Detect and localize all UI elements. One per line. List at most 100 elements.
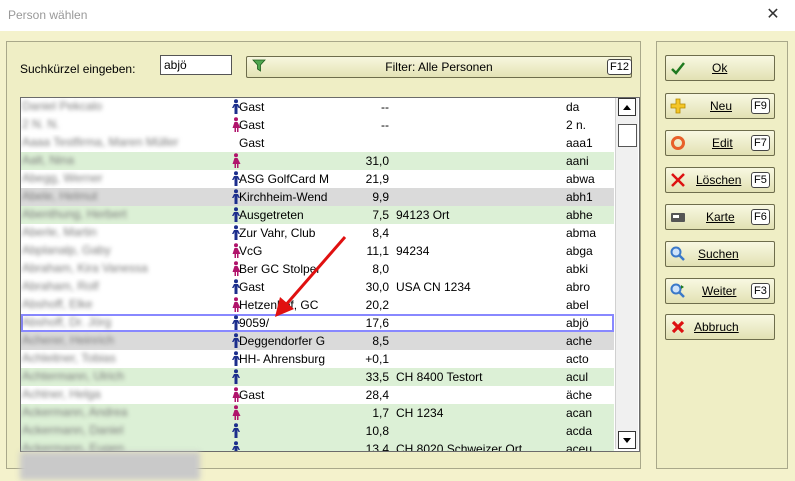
karte-label: Karte xyxy=(706,210,735,224)
club-cell: Deggendorfer G xyxy=(239,334,326,348)
location-cell: 94123 Ort xyxy=(396,208,450,222)
table-row[interactable]: Acherer, Heinrich Deggendorfer G 8,5 ache xyxy=(21,332,614,350)
button-panel: Ok Neu F9 Edit F7 Löschen F5 Karte F6 Su… xyxy=(656,41,788,469)
arrow-down-icon xyxy=(623,437,631,443)
edit-button[interactable]: Edit F7 xyxy=(665,130,775,156)
code-cell: abh1 xyxy=(566,190,593,204)
club-cell: Kirchheim-Wend xyxy=(239,190,328,204)
table-row[interactable]: 2 N. N. Gast -- 2 n. xyxy=(21,116,614,134)
table-row[interactable]: Aalt, Nina 31,0 aani xyxy=(21,152,614,170)
location-cell: 94234 xyxy=(396,244,430,258)
handicap-cell: 1,7 xyxy=(372,406,389,420)
neu-button[interactable]: Neu F9 xyxy=(665,93,775,119)
close-icon[interactable]: ✕ xyxy=(764,6,782,24)
club-cell: Ausgetreten xyxy=(239,208,304,222)
person-name: Abele, Helmut xyxy=(22,189,98,203)
code-cell: acan xyxy=(566,406,593,420)
person-name: Achtermann, Ulrich xyxy=(22,369,125,383)
search-label: Suchkürzel eingeben: xyxy=(20,62,136,76)
male-person-icon xyxy=(232,441,240,451)
red-arrow-annotation xyxy=(275,236,347,317)
table-row[interactable]: Daniel Pekcalo Gast -- da xyxy=(21,98,614,116)
table-row[interactable]: Ackermann, Daniel 10,8 acda xyxy=(21,422,614,440)
code-cell: acto xyxy=(566,352,589,366)
club-cell: HH- Ahrensburg xyxy=(239,352,326,366)
handicap-cell: 17,6 xyxy=(365,316,389,330)
loeschen-label: Löschen xyxy=(696,173,742,187)
suchen-button[interactable]: Suchen xyxy=(665,241,775,267)
edit-label: Edit xyxy=(712,136,733,150)
code-cell: abma xyxy=(566,226,597,240)
female-person-icon xyxy=(232,405,241,420)
person-name: Ackermann, Andrea xyxy=(22,405,128,419)
male-person-icon xyxy=(232,369,240,384)
scroll-down-button[interactable] xyxy=(618,431,636,449)
club-cell: Gast xyxy=(239,388,265,402)
handicap-cell: -- xyxy=(381,100,389,114)
karte-shortcut: F6 xyxy=(751,209,770,225)
table-row[interactable]: Abele, Helmut Kirchheim-Wend 9,9 abh1 xyxy=(21,188,614,206)
handicap-cell: +0,1 xyxy=(365,352,389,366)
code-cell: acul xyxy=(566,370,589,384)
search-input[interactable] xyxy=(160,55,232,75)
location-cell: CH 8400 Testort xyxy=(396,370,483,384)
ok-button[interactable]: Ok xyxy=(665,55,775,81)
table-row[interactable]: Achtner, Helga Gast 28,4 äche xyxy=(21,386,614,404)
weiter-shortcut: F3 xyxy=(751,283,770,299)
table-row[interactable]: Aaaa Testfirma, Maren Müller Gast aaa1 xyxy=(21,134,614,152)
filter-button[interactable]: Filter: Alle Personen F12 xyxy=(246,56,632,78)
location-cell: CH 8020 Schweizer Ort xyxy=(396,442,523,452)
arrow-up-icon xyxy=(623,104,631,110)
club-cell: Gast xyxy=(239,136,265,150)
table-row[interactable]: Ackermann, Eugen 13,4 CH 8020 Schweizer Or… xyxy=(21,440,614,452)
code-cell: acda xyxy=(566,424,593,438)
person-name: Abegg, Werner xyxy=(22,171,103,185)
loeschen-shortcut: F5 xyxy=(751,172,770,188)
table-row[interactable]: Abenthung, Herbert Ausgetreten 7,5 94123 Or… xyxy=(21,206,614,224)
person-name: Ackermann, Eugen xyxy=(22,441,125,452)
suchen-label: Suchen xyxy=(698,247,739,261)
person-name: Abraham, Rolf xyxy=(22,279,99,293)
club-cell: Gast xyxy=(239,100,265,114)
neu-label: Neu xyxy=(710,99,733,113)
window-title: Person wählen xyxy=(8,8,88,22)
handicap-cell: 7,5 xyxy=(372,208,389,222)
person-name: Acherer, Heinrich xyxy=(22,333,115,347)
loeschen-button[interactable]: Löschen F5 xyxy=(665,167,775,193)
code-cell: abhe xyxy=(566,208,593,222)
person-name: Aaaa Testfirma, Maren Müller xyxy=(22,135,179,149)
person-name: Daniel Pekcalo xyxy=(22,99,103,113)
club-cell: Gast xyxy=(239,118,265,132)
location-cell: CH 1234 xyxy=(396,406,444,420)
handicap-cell: 31,0 xyxy=(365,154,389,168)
card-icon xyxy=(671,213,685,222)
scroll-up-button[interactable] xyxy=(618,98,636,116)
karte-button[interactable]: Karte F6 xyxy=(665,204,775,230)
table-row[interactable]: Achtermann, Ulrich 33,5 CH 8400 Testort acu… xyxy=(21,368,614,386)
code-cell: ache xyxy=(566,334,593,348)
code-cell: aaa1 xyxy=(566,136,593,150)
handicap-cell: 9,9 xyxy=(372,190,389,204)
code-cell: abga xyxy=(566,244,593,258)
handicap-cell: 33,5 xyxy=(365,370,389,384)
scroll-thumb[interactable] xyxy=(618,124,637,147)
cancel-icon xyxy=(671,320,685,334)
code-cell: da xyxy=(566,100,580,114)
handicap-cell: 8,5 xyxy=(372,334,389,348)
club-cell: VcG xyxy=(239,244,263,258)
location-cell: USA CN 1234 xyxy=(396,280,471,294)
table-row[interactable]: Abegg, Werner ASG GolfCard M 21,9 abwa xyxy=(21,170,614,188)
abbruch-button[interactable]: Abbruch xyxy=(665,314,775,340)
person-name: Abshoff, Elke xyxy=(22,297,93,311)
table-row[interactable]: Ackermann, Andrea 1,7 CH 1234 acan xyxy=(21,404,614,422)
plus-icon xyxy=(670,98,686,114)
code-cell: abwa xyxy=(566,172,595,186)
person-name: Achleitner, Tobias xyxy=(22,351,116,365)
handicap-cell: 10,8 xyxy=(365,424,389,438)
code-cell: aani xyxy=(566,154,589,168)
ring-icon xyxy=(671,136,685,150)
scrollbar[interactable] xyxy=(615,98,638,449)
handicap-cell: 13,4 xyxy=(365,442,389,452)
table-row[interactable]: Achleitner, Tobias HH- Ahrensburg +0,1 acto xyxy=(21,350,614,368)
weiter-button[interactable]: Weiter F3 xyxy=(665,278,775,304)
